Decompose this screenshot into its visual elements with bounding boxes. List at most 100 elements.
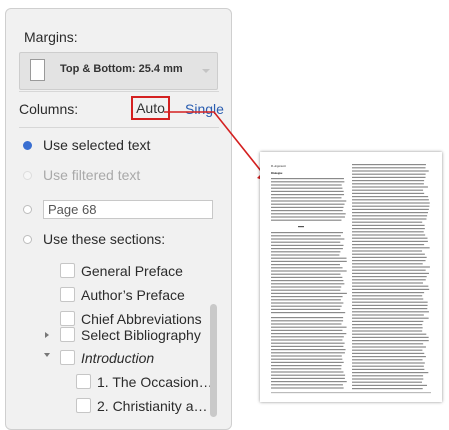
- preview-line: [352, 228, 425, 230]
- preview-line: [352, 279, 426, 281]
- preview-line: [271, 219, 342, 221]
- preview-line: [352, 272, 429, 274]
- preview-line: [271, 190, 344, 192]
- preview-line: [271, 184, 342, 186]
- preview-line: [271, 392, 431, 394]
- preview-line: [352, 359, 423, 361]
- preview-line: [271, 329, 343, 331]
- preview-line: [271, 197, 342, 199]
- preview-line: [271, 339, 343, 341]
- preview-line: [271, 200, 347, 202]
- preview-text-lines: [271, 164, 431, 394]
- preview-line: [271, 345, 344, 347]
- preview-line: [352, 362, 425, 364]
- preview-line: [271, 283, 345, 285]
- preview-line: [271, 213, 346, 215]
- preview-line: [271, 374, 346, 376]
- preview-line: [352, 388, 423, 390]
- preview-line: [298, 226, 304, 228]
- preview-line: [352, 196, 429, 198]
- preview-line: [352, 365, 424, 367]
- preview-line: [271, 292, 347, 294]
- preview-line: [271, 377, 345, 379]
- preview-line: [352, 256, 427, 258]
- preview-line: [352, 285, 429, 287]
- preview-line: [352, 288, 430, 290]
- preview-line: [271, 352, 345, 354]
- preview-line: [352, 189, 424, 191]
- preview-line: [352, 170, 429, 172]
- preview-line: [352, 349, 423, 351]
- preview-line: [352, 199, 429, 201]
- preview-line: [271, 216, 345, 218]
- preview-line: [352, 346, 426, 348]
- preview-line: [271, 355, 342, 357]
- preview-line: [352, 295, 423, 297]
- preview-line: [352, 180, 425, 182]
- preview-line: [352, 356, 426, 358]
- preview-line: [352, 282, 424, 284]
- preview-line: [352, 244, 425, 246]
- preview-line: [352, 330, 423, 332]
- preview-line: [352, 250, 423, 252]
- preview-line: [352, 324, 423, 326]
- preview-line: [271, 257, 347, 259]
- preview-line: [352, 320, 424, 322]
- preview-line: [352, 237, 428, 239]
- preview-line: [271, 381, 347, 383]
- preview-line: [271, 323, 342, 325]
- preview-line: [271, 302, 344, 304]
- preview-line: [271, 368, 342, 370]
- preview-line: [352, 333, 427, 335]
- preview-line: [271, 286, 342, 288]
- preview-line: [271, 194, 345, 196]
- preview-line: [271, 320, 344, 322]
- preview-line: [271, 361, 344, 363]
- preview-line: [271, 317, 344, 319]
- preview-line: [271, 251, 341, 253]
- preview-line: [352, 186, 428, 188]
- preview-line: [352, 317, 429, 319]
- preview-line: [352, 314, 424, 316]
- preview-line: [352, 301, 428, 303]
- preview-line: [352, 164, 426, 166]
- preview-line: [352, 192, 425, 194]
- preview-line: [352, 202, 430, 204]
- preview-line: [352, 276, 427, 278]
- preview-line: [271, 254, 340, 256]
- preview-line: [352, 183, 424, 185]
- preview-line: [271, 181, 345, 183]
- preview-line: [271, 238, 345, 240]
- preview-line: [271, 336, 344, 338]
- preview-line: [352, 205, 430, 207]
- preview-line: [352, 292, 425, 294]
- preview-line: [271, 384, 343, 386]
- preview-line: [271, 273, 341, 275]
- preview-line: [271, 280, 344, 282]
- preview-line: [271, 203, 345, 205]
- preview-line: [271, 296, 343, 298]
- preview-line: [352, 304, 428, 306]
- preview-line: [271, 260, 347, 262]
- preview-line: [271, 241, 341, 243]
- preview-line: [352, 375, 424, 377]
- preview-line: [352, 368, 425, 370]
- preview-line: [352, 221, 423, 223]
- preview-line: [271, 358, 343, 360]
- preview-line: [352, 224, 425, 226]
- preview-line: [271, 365, 342, 367]
- preview-line: [352, 372, 429, 374]
- preview-line: [352, 240, 428, 242]
- preview-line: [352, 234, 426, 236]
- preview-line: [271, 312, 346, 314]
- preview-line: [352, 173, 426, 175]
- preview-line: [271, 342, 345, 344]
- preview-line: [352, 253, 425, 255]
- preview-line: [352, 381, 423, 383]
- preview-line: [352, 308, 428, 310]
- preview-line: [352, 260, 426, 262]
- preview-line: [271, 289, 341, 291]
- preview-line: [271, 264, 340, 266]
- preview-line: [271, 235, 341, 237]
- preview-line: [271, 206, 344, 208]
